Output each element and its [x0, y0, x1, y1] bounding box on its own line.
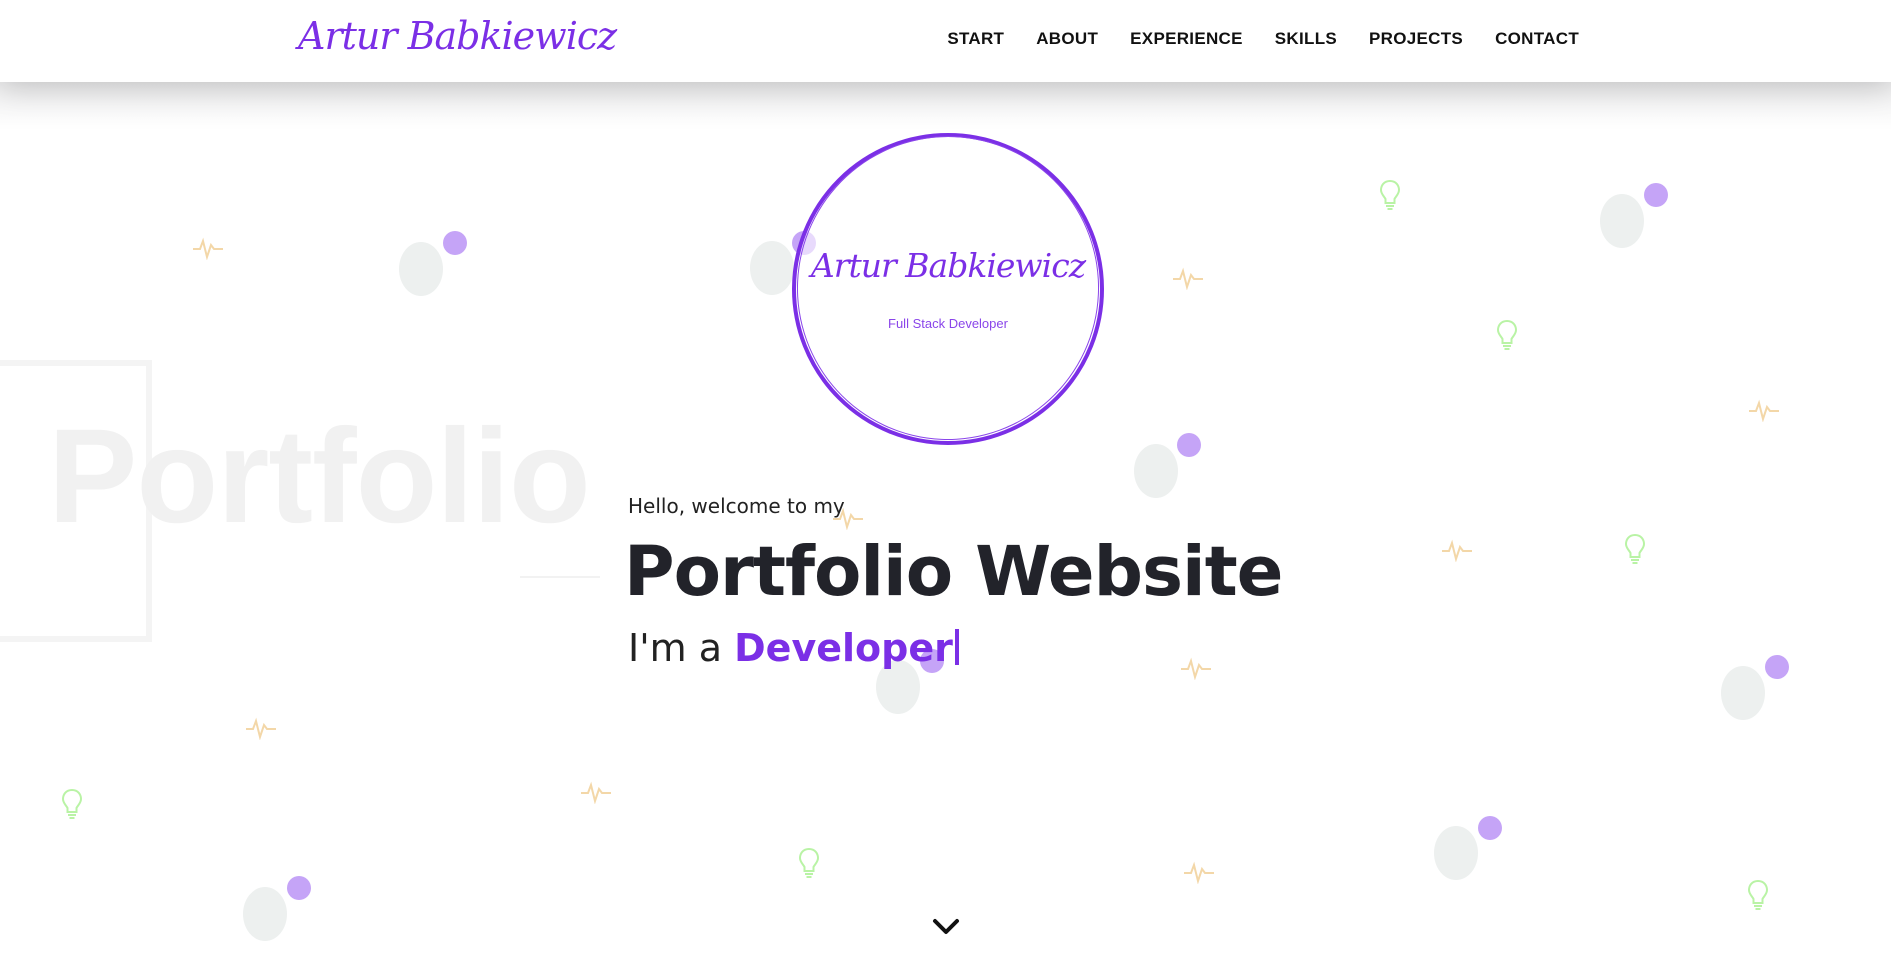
hero-greeting: Hello, welcome to my — [628, 494, 845, 518]
pulse-icon — [1441, 538, 1473, 562]
logo-circle-outline — [777, 116, 1119, 460]
brand-logo-text[interactable]: Artur Babkiewicz — [298, 14, 617, 58]
nav-skills-link[interactable]: SKILLS — [1275, 29, 1337, 49]
main-nav: START ABOUT EXPERIENCE SKILLS PROJECTS C… — [947, 29, 1579, 49]
pulse-icon — [1183, 860, 1215, 884]
pulse-icon — [192, 236, 224, 260]
nav-start-link[interactable]: START — [947, 29, 1004, 49]
decor-dot — [1644, 183, 1668, 207]
lightbulb-icon — [1624, 533, 1646, 565]
pulse-icon — [580, 780, 612, 804]
nav-experience-link[interactable]: EXPERIENCE — [1130, 29, 1243, 49]
lightbulb-icon — [61, 788, 83, 820]
chevron-down-icon[interactable] — [932, 918, 960, 940]
lightbulb-icon — [798, 847, 820, 879]
nav-projects-link[interactable]: PROJECTS — [1369, 29, 1463, 49]
typing-caret — [954, 629, 959, 665]
pulse-icon — [1180, 656, 1212, 680]
background-word: Portfolio — [48, 402, 591, 551]
pulse-icon — [1172, 266, 1204, 290]
hero-role-prefix: I'm a — [628, 626, 723, 670]
background-divider — [520, 576, 600, 578]
logo-role: Full Stack Developer — [888, 316, 1008, 331]
decor-blob — [399, 242, 443, 296]
decor-dot — [1478, 816, 1502, 840]
logo-name: Artur Babkiewicz — [810, 246, 1086, 285]
lightbulb-icon — [1747, 879, 1769, 911]
hero-title: Portfolio Website — [624, 532, 1283, 612]
site-header: Artur Babkiewicz START ABOUT EXPERIENCE … — [0, 0, 1891, 82]
decor-blob — [243, 887, 287, 941]
pulse-icon — [1748, 398, 1780, 422]
decor-dot — [443, 231, 467, 255]
decor-blob — [1721, 666, 1765, 720]
header-shadow — [0, 82, 1891, 130]
hero-role-word: Developer — [734, 626, 953, 670]
decor-blob — [1434, 826, 1478, 880]
pulse-icon — [245, 716, 277, 740]
lightbulb-icon — [1496, 319, 1518, 351]
decor-dot — [1765, 655, 1789, 679]
decor-dot — [1177, 433, 1201, 457]
decor-blob — [750, 241, 794, 295]
nav-contact-link[interactable]: CONTACT — [1495, 29, 1579, 49]
lightbulb-icon — [1379, 179, 1401, 211]
decor-blob — [1600, 194, 1644, 248]
decor-dot — [287, 876, 311, 900]
decor-blob — [1134, 444, 1178, 498]
nav-about-link[interactable]: ABOUT — [1036, 29, 1098, 49]
hero-role-line: I'm a Developer — [628, 626, 959, 670]
